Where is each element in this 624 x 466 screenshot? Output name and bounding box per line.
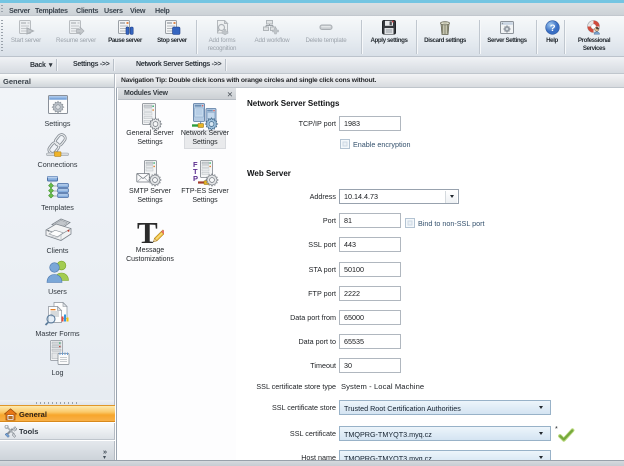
svg-text:P: P: [193, 174, 198, 183]
svg-text:?: ?: [549, 23, 555, 34]
svg-text:T: T: [137, 219, 158, 247]
